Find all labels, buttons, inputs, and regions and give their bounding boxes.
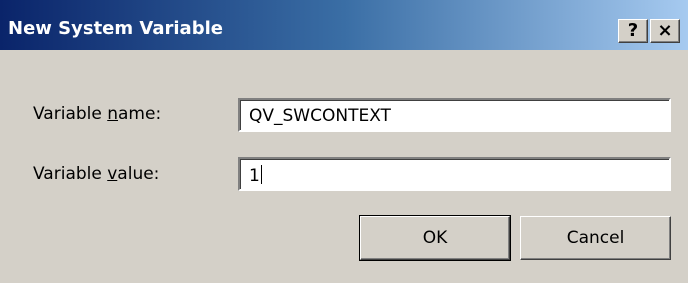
variable-value-label: Variable value: [33,164,159,184]
variable-value-label-prefix: Variable [33,164,108,184]
variable-value-label-suffix: alue: [117,164,160,184]
title-bar[interactable]: New System Variable ? × [0,0,688,50]
variable-value-input[interactable]: 1 [238,157,671,191]
ok-button[interactable]: OK [359,215,511,261]
variable-value-value: 1 [249,166,260,186]
new-system-variable-dialog: New System Variable ? × Variable name: Q… [0,0,690,283]
help-button[interactable]: ? [618,19,648,43]
help-icon: ? [627,20,639,41]
variable-name-label-suffix: ame: [118,104,162,124]
ok-button-label: OK [422,228,448,248]
close-icon: × [657,20,673,41]
variable-name-label-accelerator: n [107,104,119,124]
variable-name-label-prefix: Variable [33,104,108,124]
variable-name-value: QV_SWCONTEXT [249,106,391,126]
cancel-button-label: Cancel [566,228,625,248]
variable-name-input[interactable]: QV_SWCONTEXT [238,98,671,132]
text-caret [260,165,262,184]
variable-name-label: Variable name: [33,104,161,124]
variable-value-label-accelerator: v [107,164,118,184]
cancel-button[interactable]: Cancel [520,216,671,260]
dialog-title: New System Variable [8,18,223,39]
close-button[interactable]: × [650,19,680,43]
